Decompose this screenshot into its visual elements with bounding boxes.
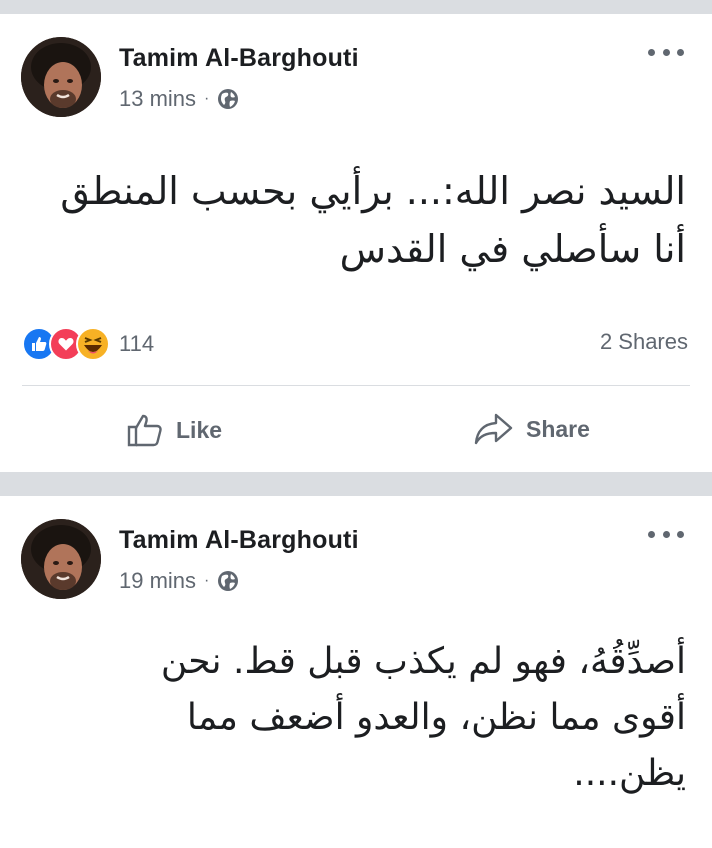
meta-separator: · <box>204 572 210 589</box>
reaction-count: 114 <box>119 331 155 356</box>
post-time[interactable]: 19 mins <box>119 568 196 594</box>
more-options-icon[interactable] <box>648 526 684 542</box>
avatar[interactable] <box>21 37 101 117</box>
post-text-line: أصدِّقُهُ، فهو لم يكذب قبل قط. نحن <box>160 641 686 682</box>
share-arrow-icon <box>474 413 513 445</box>
avatar-photo <box>21 519 101 599</box>
post-text-line: أنا سأصلي في القدس <box>339 227 686 271</box>
news-feed: Tamim Al-Barghouti 13 mins · السيد نصر ا… <box>0 0 712 848</box>
post-text: السيد نصر الله:... برأيي بحسب المنطق أنا… <box>26 162 686 278</box>
post-text-line: يظن.... <box>573 753 686 794</box>
author-name[interactable]: Tamim Al-Barghouti <box>119 44 359 73</box>
share-label: Share <box>526 415 590 442</box>
post-text-line: السيد نصر الله:... برأيي بحسب المنطق <box>60 169 686 213</box>
post-meta: 19 mins · <box>119 568 239 594</box>
reactions-summary[interactable]: 114 <box>22 327 154 361</box>
shares-count[interactable]: 2 Shares <box>600 329 688 355</box>
post-meta: 13 mins · <box>119 86 239 112</box>
globe-icon[interactable] <box>217 88 239 110</box>
avatar-photo <box>21 37 101 117</box>
like-label: Like <box>176 416 223 443</box>
post-card: Tamim Al-Barghouti 19 mins · أصدِّقُهُ، … <box>0 496 712 848</box>
post-card: Tamim Al-Barghouti 13 mins · السيد نصر ا… <box>0 14 712 472</box>
thumbs-up-icon <box>127 414 162 447</box>
globe-icon[interactable] <box>217 570 239 592</box>
post-time[interactable]: 13 mins <box>119 86 196 112</box>
like-button[interactable]: Like <box>126 412 222 448</box>
avatar[interactable] <box>21 519 101 599</box>
author-name[interactable]: Tamim Al-Barghouti <box>119 526 359 555</box>
haha-icon <box>76 327 110 361</box>
more-options-icon[interactable] <box>648 44 684 60</box>
divider <box>22 385 690 386</box>
post-text: أصدِّقُهُ، فهو لم يكذب قبل قط. نحن أقوى … <box>26 634 686 802</box>
share-button[interactable]: Share <box>474 412 590 446</box>
meta-separator: · <box>204 90 210 107</box>
post-text-line: أقوى مما نظن، والعدو أضعف مما <box>186 697 686 738</box>
